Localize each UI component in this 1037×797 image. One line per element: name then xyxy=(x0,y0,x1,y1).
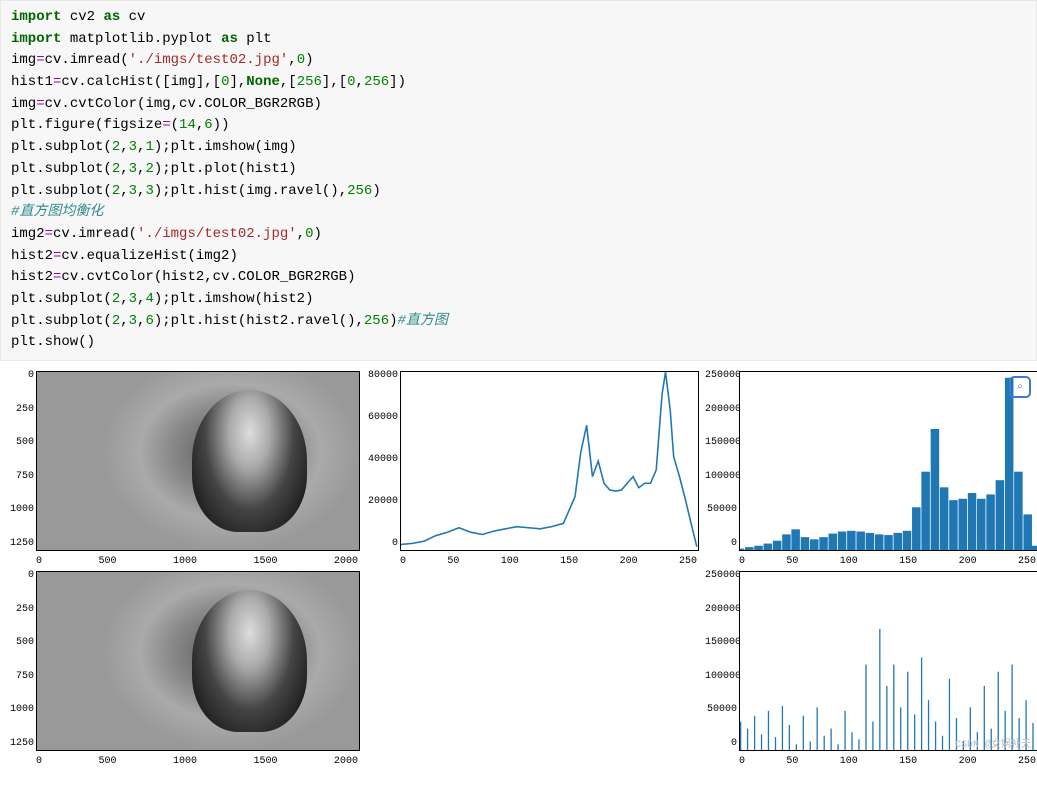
subplot-2-line: 800006000040000200000 050100150200250 xyxy=(366,367,701,567)
subplot-1: 025050075010001250 0500100015002000 xyxy=(2,367,362,567)
subplot-4: 025050075010001250 0500100015002000 xyxy=(2,567,362,767)
code-block: import cv2 as cv import matplotlib.pyplo… xyxy=(0,0,1037,361)
figure-grid: 025050075010001250 0500100015002000 8000… xyxy=(0,361,1037,773)
subplot-5-empty xyxy=(366,567,701,767)
focus-icon[interactable]: ⌕ xyxy=(1009,376,1031,398)
grayscale-image xyxy=(37,372,359,550)
equalized-image xyxy=(37,572,359,750)
subplot-3-hist: 250000200000150000100000500000 ⌕ 0501001… xyxy=(705,367,1037,567)
subplot-6-hist: 250000200000150000100000500000 CSDN @女娲补… xyxy=(705,567,1037,767)
watermark: CSDN @女娲补天 xyxy=(955,735,1031,751)
